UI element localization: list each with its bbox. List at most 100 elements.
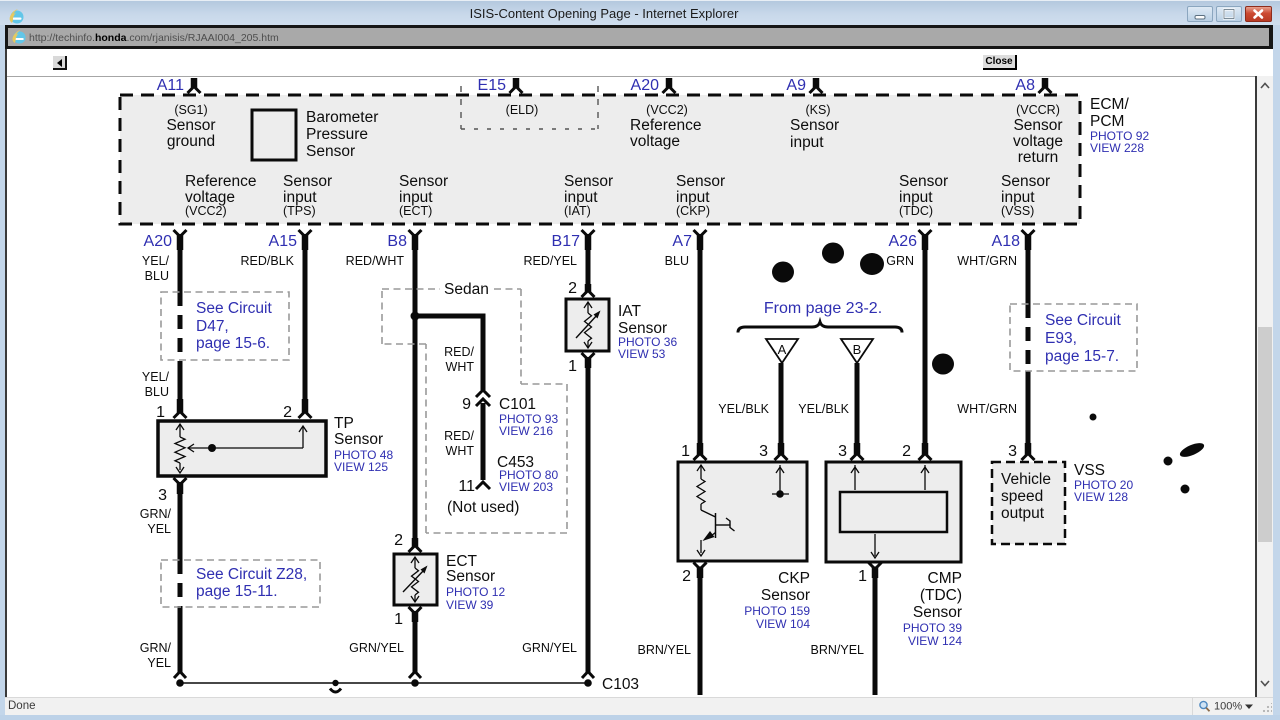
svg-text:C103: C103 — [602, 676, 639, 693]
svg-text:B17: B17 — [552, 233, 581, 250]
svg-text:1: 1 — [858, 568, 867, 585]
svg-text:From page 23-2.: From page 23-2. — [764, 300, 882, 317]
svg-text:3: 3 — [158, 487, 167, 504]
svg-text:2: 2 — [568, 280, 577, 297]
svg-text:(VCCR): (VCCR) — [1016, 103, 1060, 117]
svg-text:3: 3 — [1008, 443, 1017, 460]
svg-text:Sensor: Sensor — [899, 173, 948, 190]
svg-text:See Circuit Z28,: See Circuit Z28, — [196, 566, 307, 583]
svg-text:VIEW 104: VIEW 104 — [756, 617, 810, 631]
svg-text:Sensor: Sensor — [306, 143, 355, 160]
svg-text:2: 2 — [394, 532, 403, 549]
svg-text:speed: speed — [1001, 488, 1043, 505]
svg-text:Barometer: Barometer — [306, 109, 378, 126]
svg-text:(TPS): (TPS) — [283, 204, 316, 218]
svg-text:VIEW 125: VIEW 125 — [334, 460, 388, 474]
svg-text:VIEW 228: VIEW 228 — [1090, 141, 1144, 155]
svg-text:(SG1): (SG1) — [174, 103, 207, 117]
svg-text:(KS): (KS) — [806, 103, 831, 117]
svg-text:(IAT): (IAT) — [564, 204, 591, 218]
svg-text:9: 9 — [462, 396, 471, 413]
svg-text:Vehicle: Vehicle — [1001, 471, 1051, 488]
svg-text:CKP: CKP — [778, 570, 810, 587]
svg-text:RED/YEL: RED/YEL — [524, 254, 578, 268]
svg-text:3: 3 — [759, 443, 768, 460]
svg-text:Reference: Reference — [185, 173, 257, 190]
svg-text:WHT: WHT — [446, 444, 475, 458]
svg-text:GRN/: GRN/ — [140, 507, 172, 521]
svg-text:YEL/: YEL/ — [142, 254, 170, 268]
svg-text:A18: A18 — [992, 233, 1021, 250]
svg-text:(VCC2): (VCC2) — [185, 204, 227, 218]
svg-text:BRN/YEL: BRN/YEL — [811, 643, 865, 657]
svg-text:(ELD): (ELD) — [506, 103, 539, 117]
svg-text:WHT/GRN: WHT/GRN — [957, 402, 1017, 416]
svg-text:Sensor: Sensor — [676, 173, 725, 190]
svg-text:input: input — [790, 134, 824, 151]
svg-text:2: 2 — [682, 568, 691, 585]
svg-text:A11: A11 — [157, 77, 184, 94]
svg-text:Reference: Reference — [630, 117, 702, 134]
svg-text:E15: E15 — [478, 77, 507, 94]
svg-text:page 15-6.: page 15-6. — [196, 335, 270, 352]
svg-text:Sensor: Sensor — [790, 117, 839, 134]
svg-text:VIEW 124: VIEW 124 — [908, 634, 962, 648]
svg-text:output: output — [1001, 505, 1045, 522]
svg-text:BRN/YEL: BRN/YEL — [638, 643, 692, 657]
svg-text:voltage: voltage — [1013, 133, 1063, 150]
svg-text:2: 2 — [283, 404, 292, 421]
svg-text:YEL/BLK: YEL/BLK — [798, 402, 849, 416]
svg-text:ground: ground — [167, 133, 215, 150]
svg-text:A: A — [778, 342, 787, 357]
svg-text:RED/: RED/ — [444, 429, 474, 443]
svg-text:BLU: BLU — [665, 254, 689, 268]
svg-text:Sedan: Sedan — [444, 281, 489, 298]
svg-text:Sensor: Sensor — [283, 173, 332, 190]
svg-text:GRN/: GRN/ — [140, 641, 172, 655]
svg-text:A7: A7 — [672, 233, 692, 250]
svg-text:1: 1 — [681, 443, 690, 460]
svg-text:GRN: GRN — [886, 254, 914, 268]
svg-text:A15: A15 — [269, 233, 298, 250]
svg-text:1: 1 — [568, 358, 577, 375]
svg-text:1: 1 — [394, 611, 403, 628]
svg-text:A26: A26 — [889, 233, 918, 250]
svg-text:A20: A20 — [631, 77, 660, 94]
svg-text:voltage: voltage — [630, 133, 680, 150]
svg-text:ECM/: ECM/ — [1090, 96, 1129, 113]
svg-text:VIEW 216: VIEW 216 — [499, 424, 553, 438]
svg-text:Sensor: Sensor — [399, 173, 448, 190]
svg-text:11: 11 — [458, 478, 475, 495]
svg-text:PCM: PCM — [1090, 113, 1124, 130]
svg-text:Sensor: Sensor — [761, 587, 810, 604]
svg-text:Sensor: Sensor — [913, 604, 962, 621]
svg-text:VSS: VSS — [1074, 462, 1105, 479]
svg-text:RED/WHT: RED/WHT — [346, 254, 405, 268]
svg-text:A8: A8 — [1015, 77, 1035, 94]
svg-text:A9: A9 — [786, 77, 806, 94]
svg-text:Sensor: Sensor — [334, 431, 383, 448]
svg-text:(TDC): (TDC) — [899, 204, 933, 218]
svg-text:YEL/: YEL/ — [142, 370, 170, 384]
svg-text:Sensor: Sensor — [166, 117, 215, 134]
svg-text:PHOTO 12: PHOTO 12 — [446, 585, 505, 599]
svg-text:RED/BLK: RED/BLK — [241, 254, 295, 268]
svg-text:WHT/GRN: WHT/GRN — [957, 254, 1017, 268]
svg-text:VIEW 53: VIEW 53 — [618, 347, 666, 361]
svg-text:E93,: E93, — [1045, 330, 1077, 347]
svg-text:(VSS): (VSS) — [1001, 204, 1034, 218]
svg-text:Sensor: Sensor — [446, 568, 495, 585]
svg-text:See Circuit: See Circuit — [196, 300, 272, 317]
svg-text:Sensor: Sensor — [1013, 117, 1062, 134]
svg-text:B8: B8 — [387, 233, 407, 250]
svg-text:return: return — [1018, 149, 1059, 166]
svg-text:PHOTO 159: PHOTO 159 — [744, 604, 810, 618]
svg-text:PHOTO 39: PHOTO 39 — [903, 621, 962, 635]
svg-text:WHT: WHT — [446, 360, 475, 374]
svg-text:BLU: BLU — [145, 269, 169, 283]
svg-text:A20: A20 — [144, 233, 173, 250]
svg-text:(Not used): (Not used) — [447, 499, 519, 516]
svg-text:GRN/YEL: GRN/YEL — [522, 641, 577, 655]
svg-text:GRN/YEL: GRN/YEL — [349, 641, 404, 655]
svg-text:2: 2 — [902, 443, 911, 460]
